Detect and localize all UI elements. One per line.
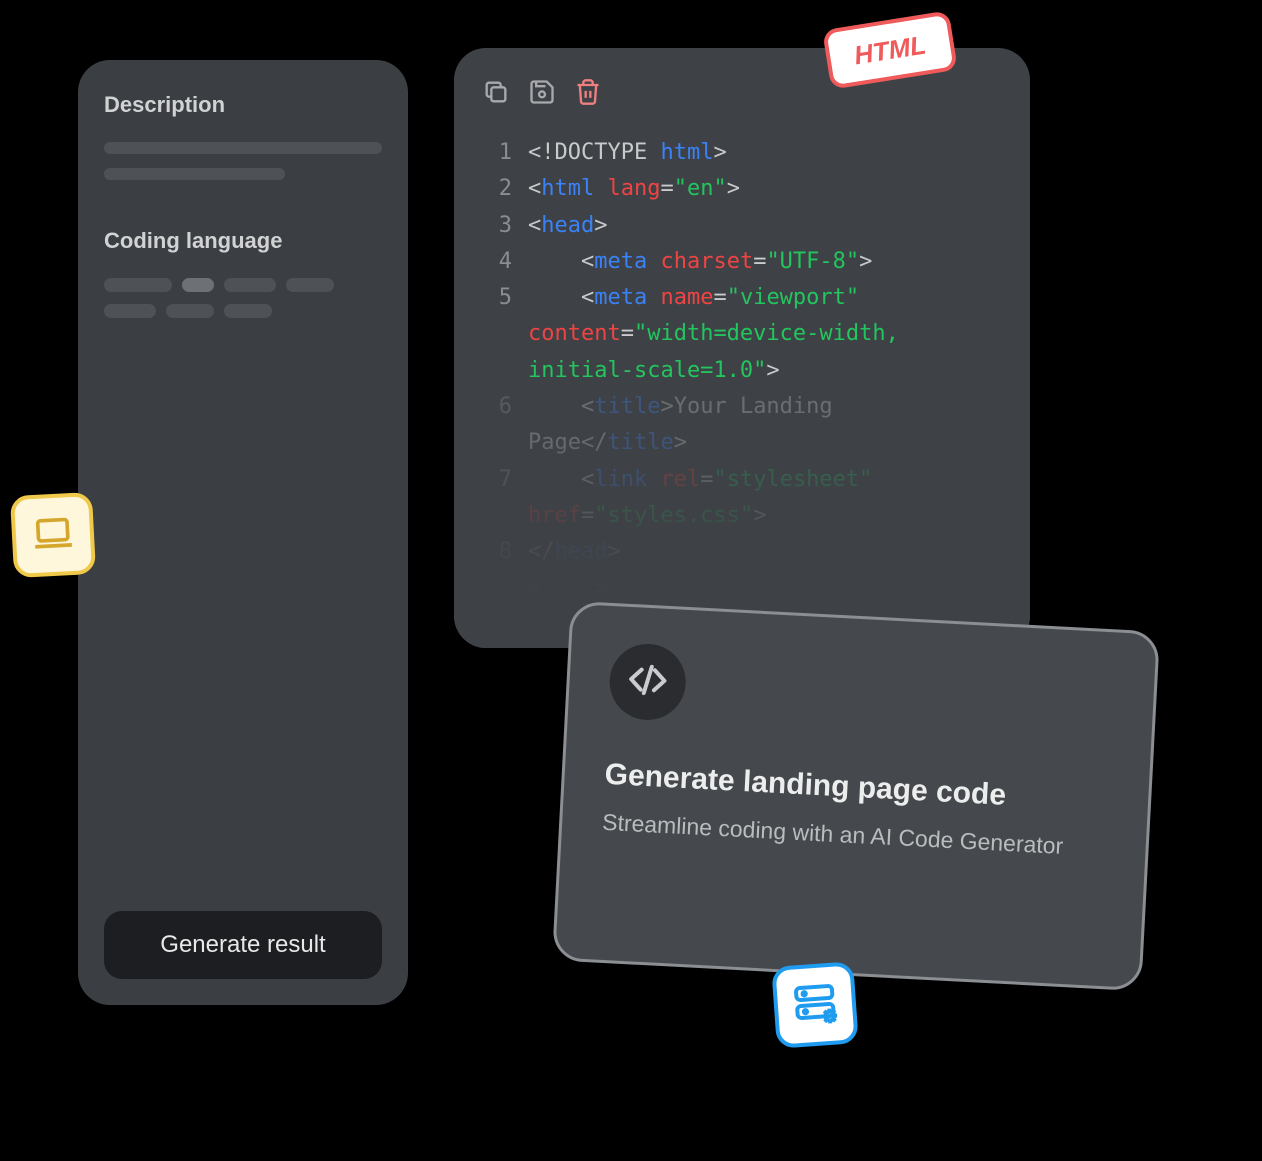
info-card-subtitle: Streamline coding with an AI Code Genera… xyxy=(601,806,1106,866)
code-line: 3 <head> xyxy=(482,208,1002,244)
code-line: 9 <body> xyxy=(482,571,1002,607)
save-icon xyxy=(528,78,556,111)
code-output-panel: 1 <!DOCTYPE html> 2 <html lang="en"> 3 <… xyxy=(454,48,1030,648)
info-card: Generate landing page code Streamline co… xyxy=(552,601,1160,991)
code-line: 7 <link rel="stylesheet" href="styles.cs… xyxy=(482,462,1002,535)
line-number: 2 xyxy=(482,171,528,207)
placeholder-line xyxy=(104,168,285,180)
line-number: 3 xyxy=(482,208,528,244)
trash-icon xyxy=(574,78,602,111)
code-line: 6 <title>Your Landing Page</title> xyxy=(482,389,1002,462)
input-panel: Description Coding language Generate res… xyxy=(78,60,408,1005)
line-number: 6 xyxy=(482,389,528,462)
language-chip-selected[interactable] xyxy=(182,278,214,292)
laptop-badge xyxy=(10,492,96,578)
delete-button[interactable] xyxy=(574,78,602,111)
description-placeholder xyxy=(104,142,382,180)
code-line: 5 <meta name="viewport" content="width=d… xyxy=(482,280,1002,389)
save-button[interactable] xyxy=(528,78,556,111)
laptop-icon xyxy=(30,509,77,560)
code-toolbar xyxy=(482,78,1002,111)
placeholder-line xyxy=(104,142,382,154)
html-sticker-label: HTML xyxy=(852,29,928,71)
line-number: 5 xyxy=(482,280,528,389)
code-line: 1 <!DOCTYPE html> xyxy=(482,135,1002,171)
server-badge xyxy=(771,961,859,1049)
line-number: 4 xyxy=(482,244,528,280)
copy-button[interactable] xyxy=(482,78,510,111)
language-chip[interactable] xyxy=(224,304,272,318)
server-gear-icon xyxy=(789,977,841,1033)
description-label: Description xyxy=(104,92,382,118)
line-number: 9 xyxy=(482,571,528,607)
line-number: 1 xyxy=(482,135,528,171)
generate-result-button[interactable]: Generate result xyxy=(104,911,382,979)
code-line: 2 <html lang="en"> xyxy=(482,171,1002,207)
language-chip[interactable] xyxy=(286,278,334,292)
code-line: 4 <meta charset="UTF-8"> xyxy=(482,244,1002,280)
code-line: 8 </head> xyxy=(482,534,1002,570)
language-chip[interactable] xyxy=(104,304,156,318)
coding-language-label: Coding language xyxy=(104,228,382,254)
code-content: 1 <!DOCTYPE html> 2 <html lang="en"> 3 <… xyxy=(482,135,1002,643)
line-number: 8 xyxy=(482,534,528,570)
language-chip-row xyxy=(104,278,382,292)
language-chip-row xyxy=(104,304,382,318)
language-chip[interactable] xyxy=(166,304,214,318)
code-icon xyxy=(627,658,669,705)
line-number: 7 xyxy=(482,462,528,535)
code-icon-circle xyxy=(608,642,688,722)
language-chip[interactable] xyxy=(104,278,172,292)
language-chip[interactable] xyxy=(224,278,276,292)
line-number: 10 xyxy=(482,607,528,643)
copy-icon xyxy=(482,78,510,111)
